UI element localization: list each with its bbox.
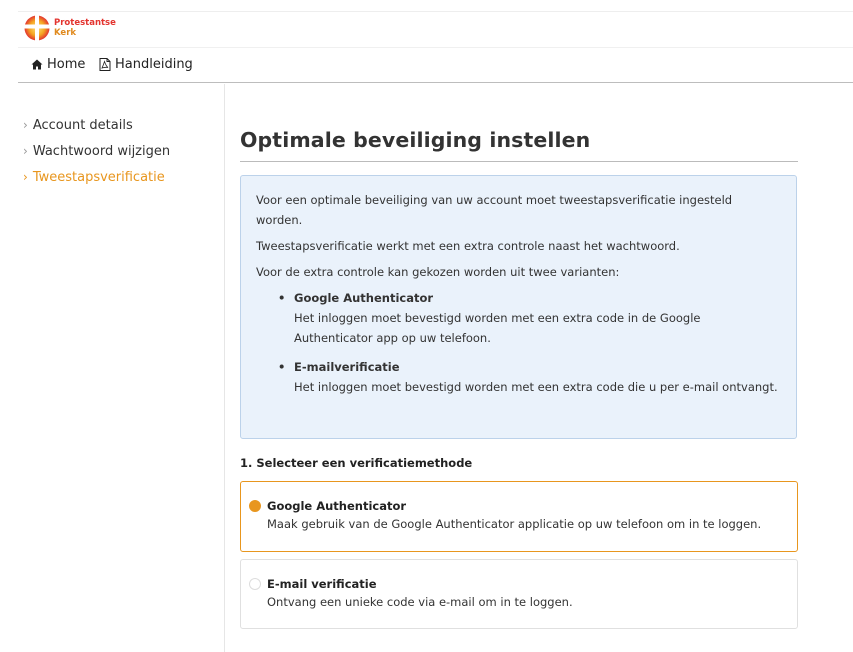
option-email-verification[interactable]: E-mail verificatie Ontvang een unieke co… [240,559,798,629]
chevron-right-icon: › [23,118,28,132]
info-list-item-title: Google Authenticator [294,291,434,305]
nav-home-link[interactable]: Home [31,57,85,72]
nav-manual-link[interactable]: Handleiding [99,57,193,72]
info-list: Google Authenticator Het inloggen moet b… [278,288,781,397]
sidebar-item-label: Tweestapsverificatie [32,170,165,185]
header-bar: Protestantse Kerk [18,12,853,48]
pdf-file-icon [99,58,111,71]
top-navigation: Home Handleiding [18,48,853,83]
sidebar-item-account-details[interactable]: › Account details [23,118,133,133]
option-title: E-mail verificatie [267,577,377,591]
nav-manual-label: Handleiding [115,57,193,72]
chevron-right-icon: › [23,170,28,184]
step-label: 1. Selecteer een verificatiemethode [240,456,473,470]
sidebar-item-label: Account details [32,118,133,133]
info-list-item-text: Het inloggen moet bevestigd worden met e… [294,380,778,394]
option-title: Google Authenticator [267,499,407,513]
info-paragraph: Tweestapsverificatie werkt met een extra… [256,239,680,253]
info-list-item: E-mailverificatie Het inloggen moet beve… [278,357,781,397]
sidebar-item-label: Wachtwoord wijzigen [32,144,171,159]
info-paragraph: Voor een optimale beveiliging van uw acc… [256,193,733,227]
sidebar-item-change-password[interactable]: › Wachtwoord wijzigen [23,144,170,159]
radio-button-checked[interactable] [249,500,261,512]
nav-home-label: Home [47,57,86,72]
info-paragraph: Voor de extra controle kan gekozen worde… [256,265,620,279]
brand-name-line2: Kerk [54,28,77,38]
brand-name: Protestantse Kerk [54,18,116,38]
brand-name-line1: Protestantse [54,18,116,28]
option-google-authenticator[interactable]: Google Authenticator Maak gebruik van de… [240,481,798,552]
cross-sun-logo-icon [24,15,50,41]
option-description: Maak gebruik van de Google Authenticator… [267,517,762,531]
info-box: Voor een optimale beveiliging van uw acc… [240,175,797,439]
radio-button-unchecked[interactable] [249,578,261,590]
sidebar-item-two-step-verification[interactable]: › Tweestapsverificatie [23,170,165,185]
title-divider [240,161,798,162]
home-icon [31,59,43,70]
info-list-item-title: E-mailverificatie [294,360,400,374]
sidebar: › Account details › Wachtwoord wijzigen › T… [18,84,225,652]
brand-logo[interactable]: Protestantse Kerk [24,15,116,41]
chevron-right-icon: › [23,144,28,158]
info-list-item-text: Het inloggen moet bevestigd worden met e… [294,311,701,345]
option-description: Ontvang een unieke code via e-mail om in… [267,595,573,609]
info-list-item: Google Authenticator Het inloggen moet b… [278,288,781,348]
page-title: Optimale beveiliging instellen [240,128,591,152]
